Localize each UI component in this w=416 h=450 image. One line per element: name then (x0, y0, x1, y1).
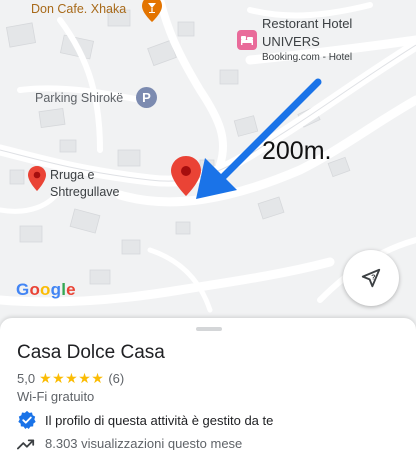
rating-stars-icon: ★★★★★ (39, 370, 105, 386)
views-row[interactable]: 8.303 visualizzazioni questo mese (17, 436, 242, 450)
managed-profile-text: Il profilo di questa attività è gestito … (45, 412, 274, 428)
map-view[interactable]: Don Cafe. Xhaka Restorant Hotel UNIVERS … (0, 0, 416, 325)
google-logo: Google (16, 280, 76, 299)
place-bottom-sheet[interactable]: Casa Dolce Casa 5,0 ★★★★★ (6) Wi-Fi grat… (0, 318, 416, 450)
verified-badge-icon (18, 410, 36, 429)
amenity-text: Wi-Fi gratuito (17, 389, 95, 404)
distance-annotation: 200m. (262, 137, 332, 165)
my-location-button[interactable]: ? (343, 250, 399, 306)
review-count: (6) (108, 371, 125, 386)
place-title: Casa Dolce Casa (17, 342, 165, 363)
rating-row[interactable]: 5,0 ★★★★★ (6) (17, 370, 124, 387)
sheet-drag-handle[interactable] (196, 327, 222, 331)
location-arrow-icon: ? (361, 268, 381, 288)
rating-value: 5,0 (17, 371, 36, 386)
trending-up-icon (17, 439, 35, 449)
managed-profile-row[interactable]: Il profilo di questa attività è gestito … (17, 410, 273, 430)
svg-text:?: ? (371, 272, 376, 281)
views-text: 8.303 visualizzazioni questo mese (45, 436, 243, 450)
